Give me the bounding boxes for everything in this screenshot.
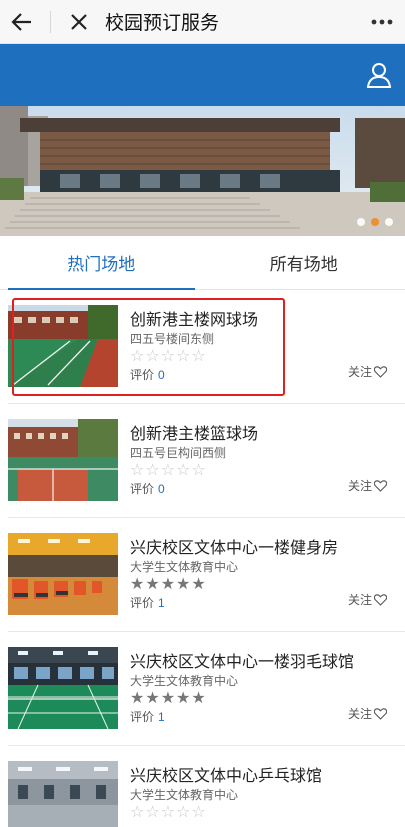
brand-header bbox=[0, 44, 405, 106]
follow-button[interactable]: 关注 bbox=[348, 477, 387, 494]
carousel-indicators bbox=[357, 218, 393, 226]
page-title: 校园预订服务 bbox=[105, 13, 220, 34]
top-nav-bar: 校园预订服务 bbox=[0, 0, 405, 44]
heart-icon bbox=[374, 593, 387, 606]
list-item[interactable]: 创新港主楼篮球场 四五号巨构间西侧 ☆☆☆☆☆ 评价 0 关注 bbox=[8, 404, 405, 518]
venue-name: 创新港主楼篮球场 bbox=[130, 426, 259, 443]
review-number: 1 bbox=[158, 596, 165, 610]
review-label: 评价 bbox=[130, 710, 155, 724]
carousel-dot[interactable] bbox=[357, 218, 365, 226]
heart-icon bbox=[374, 479, 387, 492]
review-label: 评价 bbox=[130, 482, 155, 496]
review-number: 0 bbox=[158, 368, 165, 382]
venue-name: 兴庆校区文体中心一楼健身房 bbox=[130, 540, 339, 557]
review-count: 评价 1 bbox=[130, 708, 165, 725]
venue-tabs: 热门场地 所有场地 bbox=[0, 236, 405, 290]
tab-all-venues[interactable]: 所有场地 bbox=[203, 236, 405, 289]
venue-location: 大学生文体教育中心 bbox=[130, 674, 239, 688]
back-button[interactable] bbox=[0, 0, 44, 44]
review-count: 评价 0 bbox=[130, 480, 165, 497]
review-label: 评价 bbox=[130, 368, 155, 382]
follow-button[interactable]: 关注 bbox=[348, 591, 387, 608]
venue-location: 四五号巨构间西侧 bbox=[130, 446, 227, 460]
tab-popular-venues[interactable]: 热门场地 bbox=[0, 236, 203, 290]
venue-location: 大学生文体教育中心 bbox=[130, 788, 239, 802]
profile-button[interactable] bbox=[365, 61, 393, 89]
review-count: 评价 1 bbox=[130, 594, 165, 611]
tennis-court-image bbox=[8, 305, 118, 387]
follow-label: 关注 bbox=[347, 707, 372, 721]
follow-button[interactable]: 关注 bbox=[348, 705, 387, 722]
review-label: 评价 bbox=[130, 596, 155, 610]
follow-label: 关注 bbox=[347, 593, 372, 607]
carousel-dot[interactable] bbox=[385, 218, 393, 226]
carousel-dot-active[interactable] bbox=[371, 218, 379, 226]
back-arrow-icon bbox=[11, 12, 31, 31]
more-dots-icon bbox=[371, 19, 393, 25]
star-rating: ☆☆☆☆☆ bbox=[130, 462, 207, 479]
review-count: 评价 0 bbox=[130, 366, 165, 383]
close-button[interactable] bbox=[57, 0, 101, 44]
list-item[interactable]: 创新港主楼网球场 四五号楼间东侧 ☆☆☆☆☆ 评价 0 关注 bbox=[8, 290, 405, 404]
close-icon bbox=[71, 13, 87, 30]
heart-icon bbox=[374, 707, 387, 720]
star-rating: ★★★★★ bbox=[130, 576, 207, 593]
review-number: 1 bbox=[158, 710, 165, 724]
star-rating: ☆☆☆☆☆ bbox=[130, 348, 207, 365]
badminton-hall-image bbox=[8, 647, 118, 729]
venue-list: 创新港主楼网球场 四五号楼间东侧 ☆☆☆☆☆ 评价 0 关注 创新港主楼篮球场 四… bbox=[0, 290, 405, 827]
gym-image bbox=[8, 533, 118, 615]
follow-button[interactable]: 关注 bbox=[348, 363, 387, 380]
follow-label: 关注 bbox=[347, 365, 372, 379]
table-tennis-hall-image bbox=[8, 761, 118, 827]
more-button[interactable] bbox=[371, 0, 393, 44]
venue-name: 兴庆校区文体中心一楼羽毛球馆 bbox=[130, 654, 355, 671]
venue-name: 创新港主楼网球场 bbox=[130, 312, 259, 329]
divider bbox=[50, 10, 51, 33]
star-rating: ★★★★★ bbox=[130, 690, 207, 707]
campus-building-image bbox=[0, 106, 405, 236]
venue-location: 四五号楼间东侧 bbox=[130, 332, 215, 346]
list-item[interactable]: 兴庆校区文体中心一楼羽毛球馆 大学生文体教育中心 ★★★★★ 评价 1 关注 bbox=[8, 632, 405, 746]
review-number: 0 bbox=[158, 482, 165, 496]
venue-name: 兴庆校区文体中心乒乓球馆 bbox=[130, 768, 323, 785]
follow-label: 关注 bbox=[347, 479, 372, 493]
list-item[interactable]: 兴庆校区文体中心一楼健身房 大学生文体教育中心 ★★★★★ 评价 1 关注 bbox=[8, 518, 405, 632]
heart-icon bbox=[374, 365, 387, 378]
star-rating: ☆☆☆☆☆ bbox=[130, 804, 207, 821]
user-icon bbox=[366, 63, 392, 88]
venue-location: 大学生文体教育中心 bbox=[130, 560, 239, 574]
banner-carousel[interactable] bbox=[0, 106, 405, 236]
basketball-court-image bbox=[8, 419, 118, 501]
list-item[interactable]: 兴庆校区文体中心乒乓球馆 大学生文体教育中心 ☆☆☆☆☆ bbox=[8, 746, 405, 827]
